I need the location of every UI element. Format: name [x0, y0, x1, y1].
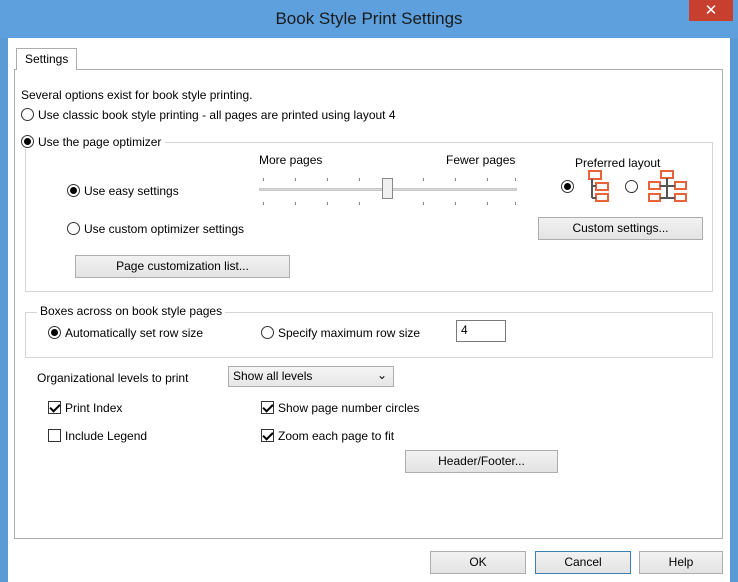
checkbox-indicator[interactable]	[261, 429, 274, 442]
zoom-fit-label: Zoom each page to fit	[278, 429, 395, 443]
custom-settings-button[interactable]: Custom settings...	[538, 217, 703, 240]
radio-indicator[interactable]	[625, 180, 638, 193]
more-pages-label: More pages	[259, 153, 323, 167]
levels-select[interactable]: Show all levels ⌄	[228, 366, 394, 387]
header-footer-button[interactable]: Header/Footer...	[405, 450, 558, 473]
close-button[interactable]: ✕	[689, 0, 733, 21]
help-button[interactable]: Help	[639, 551, 723, 574]
levels-selected-value: Show all levels	[233, 369, 313, 383]
easy-settings-label: Use easy settings	[84, 184, 179, 198]
specify-row-size-radio[interactable]: Specify maximum row size	[261, 326, 420, 340]
dialog-footer: OK Cancel Help	[8, 544, 730, 582]
radio-indicator[interactable]	[67, 184, 80, 197]
page-customization-button[interactable]: Page customization list...	[75, 255, 290, 278]
page-number-circles-label: Show page number circles	[278, 401, 420, 415]
vertical-layout-icon	[588, 170, 609, 202]
page-number-circles-checkbox[interactable]: Show page number circles	[261, 401, 419, 415]
auto-row-size-label: Automatically set row size	[65, 326, 204, 340]
vertical-layout-option[interactable]	[561, 180, 578, 194]
checkbox-indicator[interactable]	[48, 401, 61, 414]
custom-optimizer-radio[interactable]: Use custom optimizer settings	[67, 222, 244, 236]
zoom-fit-checkbox[interactable]: Zoom each page to fit	[261, 429, 394, 443]
window-title: Book Style Print Settings	[275, 9, 463, 28]
classic-printing-label: Use classic book style printing - all pa…	[38, 108, 396, 122]
radio-indicator[interactable]	[561, 180, 574, 193]
print-index-checkbox[interactable]: Print Index	[48, 401, 122, 415]
slider-thumb[interactable]	[382, 178, 393, 199]
specify-row-size-label: Specify maximum row size	[278, 326, 421, 340]
include-legend-checkbox[interactable]: Include Legend	[48, 429, 147, 443]
max-row-size-input[interactable]: 4	[456, 320, 506, 342]
dialog-client-area: Settings Several options exist for book …	[8, 38, 730, 582]
checkbox-indicator[interactable]	[261, 401, 274, 414]
include-legend-label: Include Legend	[65, 429, 148, 443]
boxes-across-label: Boxes across on book style pages	[37, 304, 226, 318]
chevron-down-icon: ⌄	[376, 368, 387, 382]
page-optimizer-radio[interactable]: Use the page optimizer	[21, 135, 166, 149]
classic-printing-radio[interactable]: Use classic book style printing - all pa…	[21, 108, 396, 122]
checkbox-indicator[interactable]	[48, 429, 61, 442]
horizontal-layout-option[interactable]	[625, 180, 642, 194]
radio-indicator[interactable]	[261, 326, 274, 339]
radio-indicator[interactable]	[48, 326, 61, 339]
radio-indicator[interactable]	[21, 135, 34, 148]
tab-settings[interactable]: Settings	[16, 48, 78, 70]
print-index-label: Print Index	[65, 401, 123, 415]
custom-optimizer-label: Use custom optimizer settings	[84, 222, 245, 236]
cancel-button[interactable]: Cancel	[535, 551, 631, 574]
title-bar[interactable]: Book Style Print Settings ✕	[0, 0, 738, 38]
intro-text: Several options exist for book style pri…	[21, 88, 253, 102]
radio-indicator[interactable]	[21, 108, 34, 121]
radio-indicator[interactable]	[67, 222, 80, 235]
fewer-pages-label: Fewer pages	[446, 153, 516, 167]
ok-button[interactable]: OK	[430, 551, 526, 574]
page-optimizer-label: Use the page optimizer	[38, 135, 162, 149]
preferred-layout-label: Preferred layout	[575, 156, 661, 170]
horizontal-layout-icon	[648, 170, 687, 202]
settings-panel: Several options exist for book style pri…	[14, 69, 723, 539]
easy-settings-radio[interactable]: Use easy settings	[67, 184, 179, 198]
auto-row-size-radio[interactable]: Automatically set row size	[48, 326, 203, 340]
dialog-window: Book Style Print Settings ✕ Settings Sev…	[0, 0, 738, 582]
levels-label: Organizational levels to print	[37, 371, 189, 385]
